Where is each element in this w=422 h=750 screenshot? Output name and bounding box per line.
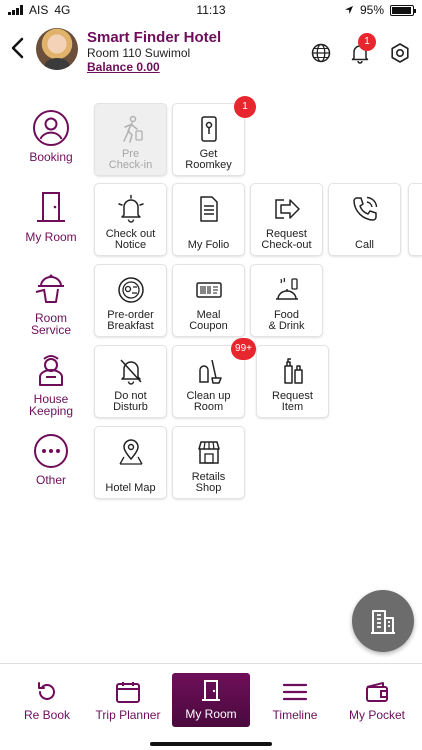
location-arrow-icon [344,6,353,14]
category-house-keeping[interactable]: House Keeping [18,345,84,420]
row-house-keeping: House Keeping Do not Disturb Clean up Ro… [0,338,422,420]
bottom-nav: Re Book Trip Planner My Room Timeline My… [0,663,422,750]
tile-pre-order-breakfast[interactable]: Pre-order Breakfast [94,264,167,337]
nav-re-book[interactable]: Re Book [12,674,82,726]
coupon-icon [195,282,222,298]
category-label: House Keeping [28,392,74,418]
rebook-icon [38,682,55,700]
shop-icon [197,441,220,464]
nav-label: Trip Planner [95,708,161,722]
menu-lines-icon [282,683,308,701]
tile-get-roomkey[interactable]: Get Roomkey 1 [172,96,256,176]
status-bar: AIS 4G 11:13 95% [0,0,422,20]
exit-arrow-icon [274,199,300,219]
cloche-waiter-icon [35,274,64,303]
tile-label: Hotel Map [105,482,156,494]
tile-label: Get Roomkey [185,148,232,171]
nav-my-pocket[interactable]: My Pocket [338,674,416,726]
tile-label: Pre-order Breakfast [107,309,154,332]
battery-icon [390,4,416,16]
user-circle-icon [33,110,69,146]
tile-request-check-out[interactable]: Request Check-out [250,183,323,256]
nav-label: Timeline [272,708,318,722]
row-other: Other Hotel Map Retails Shop [0,426,422,501]
tile-my-folio[interactable]: My Folio [172,183,245,256]
room-info: Room 110 Suwimol [87,46,191,60]
tile-label: Call [355,239,374,251]
more-dots-icon [34,434,68,468]
row-my-room: My Room Check out Notice My Folio Reques… [0,183,422,258]
nav-label: Re Book [23,708,71,722]
calendar-icon [116,682,140,703]
cleaning-icon [198,359,222,384]
tile-label: Food & Drink [268,309,305,332]
hotel-building-button[interactable] [352,590,414,652]
row-room-service: Room Service Pre-order Breakfast Meal Co… [0,264,422,339]
food-drink-icon [275,277,298,300]
balance-link[interactable]: Balance 0.00 [87,60,160,74]
tile-request-item[interactable]: Request Item [256,345,329,418]
tile-label: My Folio [187,239,230,251]
tile-pre-check-in[interactable]: Pre Check-in [94,103,167,176]
document-icon [199,196,218,222]
avatar[interactable] [36,28,78,70]
nav-timeline[interactable]: Timeline [258,674,332,726]
notification-badge: 1 [358,33,376,51]
tile-label: Do not Disturb [113,390,148,413]
nav-my-room[interactable]: My Room [172,673,250,727]
walking-person-icon [122,115,143,143]
tile-label: Check out Notice [105,228,156,251]
home-indicator [150,742,272,746]
bell-notice-icon [117,194,144,223]
building-icon [371,610,395,634]
tile-do-not-disturb[interactable]: Do not Disturb [94,345,167,418]
category-label: My Room [25,230,77,244]
settings-icon[interactable] [389,42,411,64]
toiletries-icon [283,358,303,384]
hotel-name: Smart Finder Hotel [87,29,222,46]
door-icon [37,192,65,222]
tile-retails-shop[interactable]: Retails Shop [172,426,245,499]
door-icon [202,680,220,701]
tile-label: Pre Check-in [108,148,153,171]
category-room-service[interactable]: Room Service [18,264,84,339]
map-pin-icon [118,439,143,465]
keycard-icon [200,116,217,142]
nav-trip-planner[interactable]: Trip Planner [88,674,168,726]
bell-off-icon [119,359,142,385]
tile-label: Meal Coupon [189,309,228,332]
tile-food-drink[interactable]: Food & Drink [250,264,323,337]
category-label: Room Service [30,311,71,337]
tile-check-out-notice[interactable]: Check out Notice [94,183,167,256]
category-my-room[interactable]: My Room [18,183,84,258]
battery-percent: 95% [359,3,384,17]
tile-label: Clean up Room [186,390,231,413]
header: Smart Finder Hotel Room 110 Suwimol Bala… [0,20,422,80]
category-label: Booking [29,150,73,164]
housekeeper-icon [39,355,63,386]
phone-icon [352,196,377,221]
back-icon[interactable] [8,36,28,60]
tile-meal-coupon[interactable]: Meal Coupon [172,264,245,337]
plate-icon [117,277,144,303]
tile-label: Retails Shop [191,471,226,494]
wallet-icon [366,682,388,702]
globe-icon[interactable] [310,42,332,64]
category-other[interactable]: Other [18,426,84,501]
tile-clean-up-room[interactable]: Clean up Room 99+ [172,338,256,418]
tile-label: Request Item [272,390,313,413]
tile-call[interactable]: Call [328,183,401,256]
category-booking[interactable]: Booking [18,103,84,178]
category-label: Other [35,473,66,487]
nav-label: My Pocket [348,708,405,722]
tile-label: Request Check-out [261,228,312,251]
tile-partial-offscreen[interactable] [408,183,422,256]
nav-label: My Room [185,707,237,721]
row-booking: Booking Pre Check-in Get Roomkey 1 [0,96,422,178]
tile-hotel-map[interactable]: Hotel Map [94,426,167,499]
roomkey-badge: 1 [234,96,256,118]
clean-room-badge: 99+ [231,338,256,360]
